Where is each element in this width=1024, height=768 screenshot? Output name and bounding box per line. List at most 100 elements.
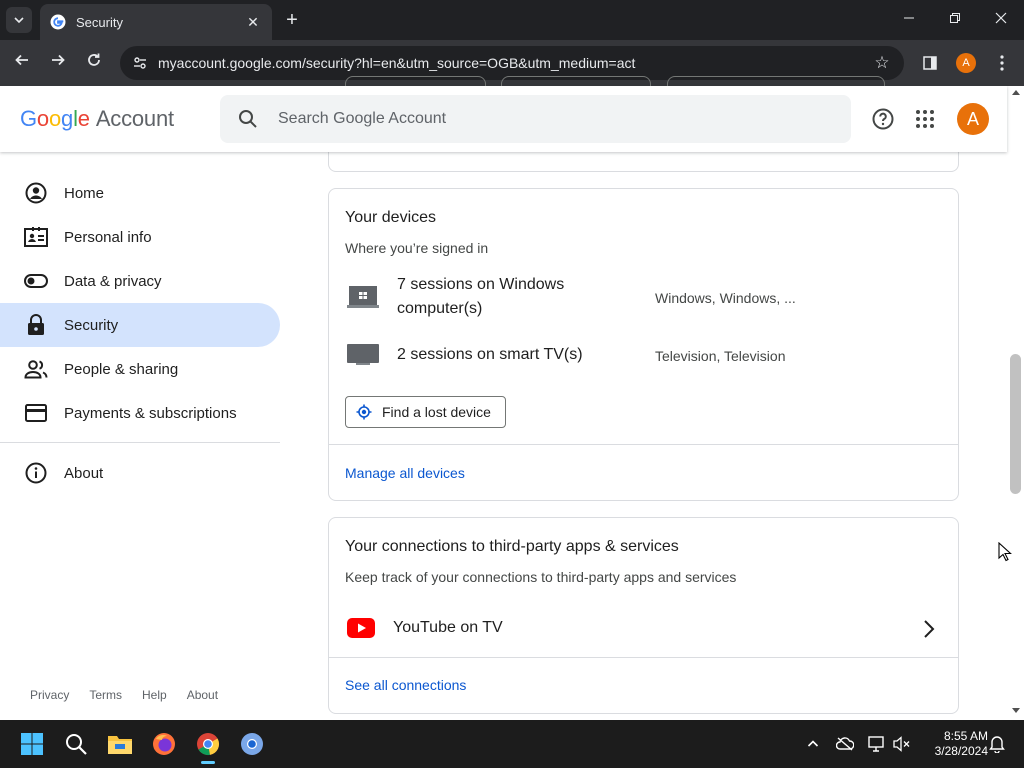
chevron-up-icon (807, 740, 819, 747)
profile-button[interactable]: A (954, 51, 978, 75)
search-icon[interactable] (236, 107, 260, 131)
footer-link-about[interactable]: About (187, 688, 218, 702)
restore-button[interactable] (943, 8, 967, 32)
sidebar-item-security[interactable]: Security (0, 303, 280, 347)
scroll-up-arrow-icon[interactable] (1012, 90, 1020, 95)
show-hidden-icons-button[interactable] (802, 733, 824, 755)
reload-button[interactable] (82, 51, 106, 75)
taskbar-chromium[interactable] (236, 728, 268, 760)
device-row-text: 2 sessions on smart TV(s) (397, 346, 583, 363)
sidebar-item-label: Personal info (64, 228, 152, 246)
back-button[interactable] (10, 51, 34, 75)
help-icon (872, 108, 894, 130)
your-devices-card: Your devices Where you’re signed in 7 se… (328, 188, 959, 501)
scroll-down-arrow-icon[interactable] (1012, 708, 1020, 713)
firefox-icon (153, 733, 175, 755)
search-box[interactable] (220, 95, 851, 143)
side-panel-icon (923, 56, 937, 70)
sidebar-item-label: Home (64, 184, 105, 202)
sidebar-nav: Home Personal info Data & privacy Securi… (0, 152, 280, 720)
sidebar-item-payments[interactable]: Payments & subscriptions (0, 391, 280, 435)
taskbar-search-button[interactable] (60, 728, 92, 760)
windows-logo-icon (21, 733, 43, 755)
device-row-text: 7 sessions on Windows computer(s) (397, 276, 565, 317)
folder-icon (108, 736, 132, 754)
scroll-thumb[interactable] (1010, 354, 1021, 494)
network-tray[interactable] (866, 733, 888, 755)
bell-icon (989, 736, 1005, 753)
close-icon (995, 12, 1007, 24)
sidebar-item-home[interactable]: Home (0, 171, 280, 215)
footer-link-help[interactable]: Help (142, 688, 167, 702)
chevron-right-icon (924, 620, 935, 638)
google-account-logo[interactable]: Google Account (20, 106, 174, 132)
device-row-meta: Windows, Windows, ... (655, 290, 796, 306)
account-circle-icon (24, 181, 48, 205)
youtube-icon (347, 618, 375, 638)
connections-subtitle: Keep track of your connections to third-… (345, 569, 737, 585)
forward-button[interactable] (46, 51, 70, 75)
toggle-icon (24, 269, 48, 293)
sidebar-item-label: About (64, 464, 104, 482)
manage-all-devices-link[interactable]: Manage all devices (345, 465, 465, 481)
card-divider (329, 657, 958, 658)
notifications-button[interactable] (986, 733, 1008, 755)
find-lost-device-label: Find a lost device (382, 404, 491, 420)
third-party-connections-card: Your connections to third-party apps & s… (328, 517, 959, 714)
url-text[interactable]: myaccount.google.com/security?hl=en&utm_… (158, 55, 868, 71)
footer-link-terms[interactable]: Terms (89, 688, 122, 702)
onedrive-tray[interactable] (834, 733, 856, 755)
browser-tab-security[interactable]: Security ✕ (40, 4, 272, 40)
see-all-connections-link[interactable]: See all connections (345, 677, 466, 693)
device-row-meta: Television, Television (655, 348, 786, 364)
mouse-cursor-icon (998, 542, 1012, 562)
google-apps-button[interactable] (911, 105, 939, 133)
sidebar-item-label: Security (64, 316, 119, 334)
sidebar-item-data-privacy[interactable]: Data & privacy (0, 259, 280, 303)
sidebar-item-personal-info[interactable]: Personal info (0, 215, 280, 259)
sidebar-divider (0, 442, 280, 443)
devices-subtitle: Where you’re signed in (345, 240, 489, 256)
search-icon (66, 734, 87, 755)
sidebar-item-label: Data & privacy (64, 272, 162, 290)
taskbar-file-explorer[interactable] (104, 728, 136, 760)
account-avatar[interactable]: A (957, 103, 989, 135)
taskbar-chrome[interactable] (192, 728, 224, 764)
find-lost-device-button[interactable]: Find a lost device (345, 396, 506, 428)
tab-search-button[interactable] (6, 7, 32, 33)
taskbar-firefox[interactable] (148, 728, 180, 760)
start-button[interactable] (16, 728, 48, 760)
minimize-button[interactable] (897, 8, 921, 32)
side-panel-button[interactable] (918, 51, 942, 75)
devices-title: Your devices (345, 209, 437, 226)
chromium-icon (241, 733, 263, 755)
info-icon (24, 461, 48, 485)
close-tab-icon[interactable]: ✕ (244, 14, 262, 31)
help-button[interactable] (869, 105, 897, 133)
sidebar-item-label: Payments & subscriptions (64, 404, 237, 422)
locate-icon (356, 404, 372, 420)
network-monitor-icon (868, 736, 884, 752)
tv-icon (347, 344, 379, 365)
profile-avatar: A (956, 53, 976, 73)
close-window-button[interactable] (989, 8, 1013, 32)
card-divider (329, 444, 958, 445)
bookmark-star-icon[interactable]: ☆ (868, 53, 896, 73)
sidebar-item-people-sharing[interactable]: People & sharing (0, 347, 280, 391)
footer-link-privacy[interactable]: Privacy (30, 688, 69, 702)
browser-menu-button[interactable] (990, 51, 1014, 75)
minimize-icon (904, 17, 914, 19)
taskbar-clock[interactable]: 8:55 AM 3/28/2024 (918, 729, 988, 759)
search-input[interactable] (278, 110, 798, 128)
tab-title: Security (76, 14, 123, 30)
connection-row-youtube[interactable]: YouTube on TV (329, 602, 958, 658)
windows-taskbar: 8:55 AM 3/28/2024 (0, 720, 1024, 768)
new-tab-button[interactable]: + (280, 9, 304, 33)
browser-tabbar: Security ✕ + (0, 0, 1024, 40)
volume-tray[interactable] (890, 733, 912, 755)
page-scrollbar[interactable] (1007, 86, 1024, 720)
logo-letter: g (61, 106, 74, 131)
address-bar[interactable]: myaccount.google.com/security?hl=en&utm_… (120, 46, 904, 80)
sidebar-item-about[interactable]: About (0, 451, 280, 495)
site-info-icon[interactable] (130, 53, 150, 73)
